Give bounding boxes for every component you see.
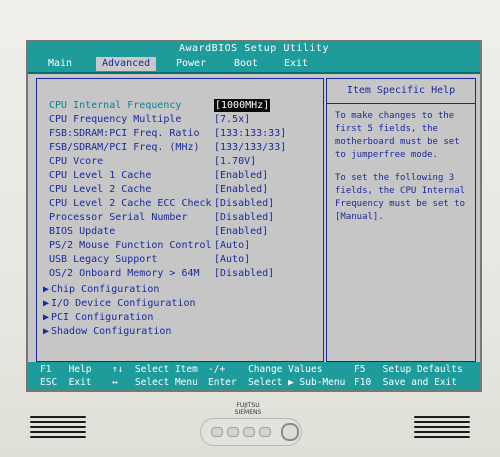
submenu-triangle-icon: ▶: [43, 312, 50, 323]
legend-item: ↑↓ Select Item: [112, 364, 198, 375]
setting-value[interactable]: [7.5x]: [214, 113, 250, 126]
setting-value[interactable]: [133/133/33]: [214, 141, 286, 154]
submenu-label: Shadow Configuration: [51, 326, 172, 337]
select-button[interactable]: [259, 427, 271, 437]
menu-bar: Main Advanced Power Boot Exit: [28, 56, 480, 74]
submenu-io-device-configuration[interactable]: ▶ I/O Device Configuration: [43, 297, 196, 310]
setting-row[interactable]: FSB:SDRAM:PCI Freq. Ratio [133:133:33]: [49, 127, 286, 140]
setting-value[interactable]: [Enabled]: [214, 169, 268, 182]
setting-value[interactable]: [Disabled]: [214, 197, 274, 210]
setting-label: CPU Internal Frequency: [49, 100, 182, 111]
setting-label: OS/2 Onboard Memory > 64M: [49, 268, 200, 279]
bios-title: AwardBIOS Setup Utility: [28, 42, 480, 56]
setting-label: CPU Frequency Multiple: [49, 114, 182, 125]
setting-label: USB Legacy Support: [49, 254, 158, 265]
legend-item: F5 Setup Defaults: [354, 364, 463, 375]
legend-item: F10 Save and Exit: [354, 377, 457, 388]
setting-row[interactable]: CPU Level 2 Cache [Enabled]: [49, 183, 268, 196]
setting-value[interactable]: [133:133:33]: [214, 127, 286, 140]
setting-label: CPU Level 2 Cache: [49, 184, 152, 195]
monitor-bezel: AwardBIOS Setup Utility Main Advanced Po…: [0, 0, 500, 457]
speaker-grille-left: [30, 416, 86, 438]
settings-panel: CPU Internal Frequency [1000MHz] CPU Freq…: [36, 78, 324, 362]
menu-advanced[interactable]: Advanced: [96, 57, 157, 71]
menu-power[interactable]: Power: [170, 57, 212, 71]
setting-row[interactable]: OS/2 Onboard Memory > 64M [Disabled]: [49, 267, 274, 280]
setting-value[interactable]: [Disabled]: [214, 211, 274, 224]
help-title: Item Specific Help: [327, 79, 475, 104]
submenu-label: I/O Device Configuration: [51, 298, 196, 309]
setting-value[interactable]: [Auto]: [214, 253, 250, 266]
setting-row[interactable]: Processor Serial Number [Disabled]: [49, 211, 274, 224]
up-button[interactable]: [243, 427, 255, 437]
monitor-controls: [200, 418, 302, 446]
setting-row[interactable]: CPU Level 1 Cache [Enabled]: [49, 169, 268, 182]
submenu-label: Chip Configuration: [51, 284, 160, 295]
setting-row[interactable]: FSB/SDRAM/PCI Freq. (MHz) [133/133/33]: [49, 141, 286, 154]
setting-label: FSB/SDRAM/PCI Freq. (MHz): [49, 142, 200, 153]
submenu-shadow-configuration[interactable]: ▶ Shadow Configuration: [43, 325, 171, 338]
brand-logo: FUJITSU SIEMENS: [234, 402, 262, 416]
setting-row[interactable]: USB Legacy Support [Auto]: [49, 253, 250, 266]
menu-button[interactable]: [211, 427, 223, 437]
bios-screen: AwardBIOS Setup Utility Main Advanced Po…: [26, 40, 482, 392]
legend-item: F1 Help: [40, 364, 92, 375]
setting-label: PS/2 Mouse Function Control: [49, 240, 212, 251]
setting-label: CPU Level 1 Cache: [49, 170, 152, 181]
submenu-label: PCI Configuration: [51, 312, 154, 323]
help-paragraph: To make changes to the first 5 fields, t…: [335, 111, 460, 160]
setting-label: Processor Serial Number: [49, 212, 188, 223]
help-paragraph: To set the following 3 fields, the CPU I…: [335, 173, 466, 222]
submenu-triangle-icon: ▶: [43, 284, 50, 295]
setting-row[interactable]: CPU Level 2 Cache ECC Check [Disabled]: [49, 197, 274, 210]
menu-boot[interactable]: Boot: [228, 57, 264, 71]
setting-value[interactable]: [Enabled]: [214, 225, 268, 238]
submenu-chip-configuration[interactable]: ▶ Chip Configuration: [43, 283, 159, 296]
menu-main[interactable]: Main: [42, 57, 78, 71]
setting-row[interactable]: CPU Internal Frequency [1000MHz]: [49, 99, 271, 112]
setting-row[interactable]: BIOS Update [Enabled]: [49, 225, 268, 238]
setting-label: FSB:SDRAM:PCI Freq. Ratio: [49, 128, 200, 139]
legend-item: Enter Select ▶ Sub-Menu: [208, 377, 346, 388]
speaker-grille-right: [414, 416, 470, 438]
setting-value[interactable]: [1000MHz]: [214, 99, 271, 112]
submenu-triangle-icon: ▶: [43, 298, 50, 309]
key-legend: F1 Help ↑↓ Select Item -/+ Change Values…: [28, 362, 480, 390]
submenu-triangle-icon: ▶: [43, 326, 50, 337]
legend-item: -/+ Change Values: [208, 364, 323, 375]
legend-item: ↔ Select Menu: [112, 377, 198, 388]
power-icon[interactable]: [281, 423, 299, 441]
menu-exit[interactable]: Exit: [278, 57, 314, 71]
down-button[interactable]: [227, 427, 239, 437]
help-text: To make changes to the first 5 fields, t…: [327, 104, 475, 224]
setting-value[interactable]: [Auto]: [214, 239, 250, 252]
setting-label: BIOS Update: [49, 226, 116, 237]
setting-label: CPU Level 2 Cache ECC Check: [49, 198, 212, 209]
setting-row[interactable]: CPU Vcore [1.70V]: [49, 155, 256, 168]
setting-label: CPU Vcore: [49, 156, 104, 167]
help-panel: Item Specific Help To make changes to th…: [326, 78, 476, 362]
setting-row[interactable]: PS/2 Mouse Function Control [Auto]: [49, 239, 250, 252]
legend-item: ESC Exit: [40, 377, 92, 388]
submenu-pci-configuration[interactable]: ▶ PCI Configuration: [43, 311, 153, 324]
setting-row[interactable]: CPU Frequency Multiple [7.5x]: [49, 113, 250, 126]
setting-value[interactable]: [Enabled]: [214, 183, 268, 196]
setting-value[interactable]: [1.70V]: [214, 155, 256, 168]
setting-value[interactable]: [Disabled]: [214, 267, 274, 280]
